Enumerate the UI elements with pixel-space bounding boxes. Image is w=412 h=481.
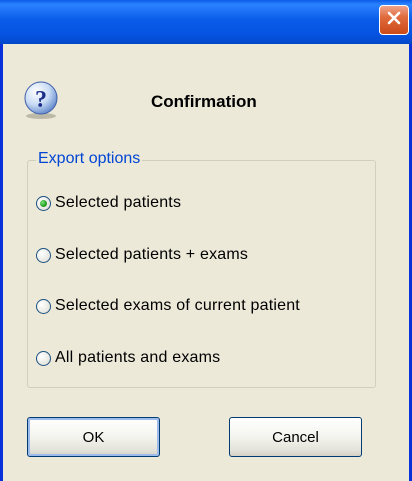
cancel-button[interactable]: Cancel [229,417,362,457]
radio-option-selected-exams-current-patient[interactable]: Selected exams of current patient [36,294,300,318]
radio-option-selected-patients[interactable]: Selected patients [36,191,181,215]
export-options-group: Export options Selected patients Selecte… [27,150,376,388]
title-bar[interactable] [0,0,412,44]
dialog-header: ? Confirmation [21,80,391,124]
close-button[interactable] [379,5,409,35]
radio-option-label: Selected patients [55,194,182,211]
radio-option-selected-patients-exams[interactable]: Selected patients + exams [36,243,248,267]
dialog-title: Confirmation [151,92,257,111]
export-options-legend: Export options [36,150,143,168]
close-icon [385,9,403,32]
radio-option-label: All patients and exams [55,349,221,366]
question-icon: ? [21,80,61,120]
radio-button[interactable] [36,298,51,314]
radio-button[interactable] [36,195,51,211]
confirmation-dialog: ? Confirmation Export options Selected p… [0,0,412,481]
radio-button[interactable] [36,247,51,263]
radio-option-label: Selected exams of current patient [55,297,300,314]
radio-button[interactable] [36,350,51,366]
radio-selected-dot [40,199,47,207]
ok-button[interactable]: OK [27,417,160,457]
radio-option-all-patients-exams[interactable]: All patients and exams [36,346,220,370]
svg-text:?: ? [35,87,47,113]
radio-option-label: Selected patients + exams [55,246,249,263]
